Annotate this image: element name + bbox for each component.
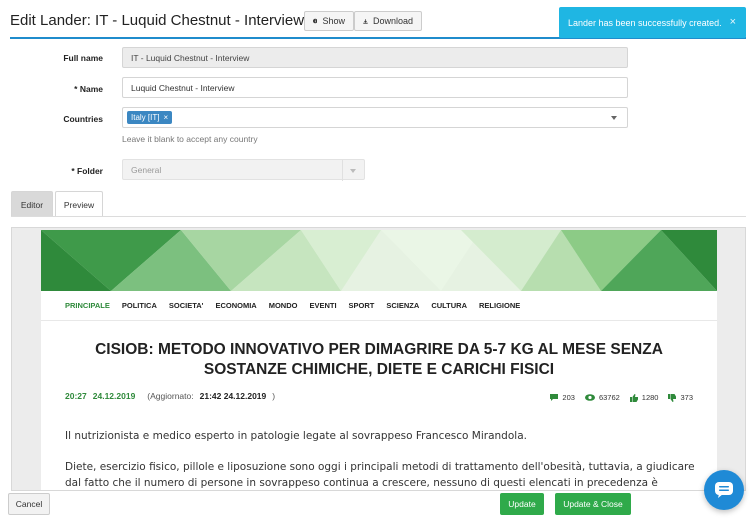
tab-preview[interactable]: Preview bbox=[55, 191, 103, 217]
chat-icon bbox=[715, 482, 733, 498]
preview-frame[interactable]: PRINCIPALE POLITICA SOCIETA' ECONOMIA MO… bbox=[11, 227, 746, 491]
article-paragraph: Diete, esercizio fisico, pillole e lipos… bbox=[65, 461, 695, 489]
thumbs-up-icon bbox=[629, 393, 638, 402]
comments-count: 203 bbox=[562, 393, 575, 402]
nav-item[interactable]: SPORT bbox=[349, 301, 375, 310]
nav-item[interactable]: RELIGIONE bbox=[479, 301, 520, 310]
country-tag-label: Italy [IT] bbox=[131, 113, 160, 122]
name-label: * Name bbox=[74, 84, 103, 94]
chevron-down-icon[interactable] bbox=[611, 116, 617, 120]
chat-button[interactable] bbox=[704, 470, 744, 510]
update-button[interactable]: Update bbox=[500, 493, 544, 515]
site-nav: PRINCIPALE POLITICA SOCIETA' ECONOMIA MO… bbox=[41, 291, 717, 321]
download-button[interactable]: Download bbox=[354, 11, 422, 31]
nav-item[interactable]: SOCIETA' bbox=[169, 301, 204, 310]
nav-item[interactable]: MONDO bbox=[269, 301, 298, 310]
countries-select[interactable]: Italy [IT] × bbox=[122, 107, 628, 128]
views-count: 63762 bbox=[598, 393, 620, 402]
updated-suffix: ) bbox=[272, 391, 276, 401]
folder-select[interactable]: General bbox=[122, 159, 365, 181]
nav-item[interactable]: CULTURA bbox=[431, 301, 467, 310]
show-label: Show bbox=[322, 16, 345, 26]
success-toast: Lander has been successfully created. × bbox=[559, 7, 746, 38]
preview-article: PRINCIPALE POLITICA SOCIETA' ECONOMIA MO… bbox=[41, 230, 717, 490]
full-name-label: Full name bbox=[63, 53, 103, 63]
countries-hint: Leave it blank to accept any country bbox=[122, 134, 258, 144]
cancel-button[interactable]: Cancel bbox=[8, 493, 50, 515]
show-button[interactable]: Show bbox=[304, 11, 354, 31]
article-stats: 203 63762 1280 373 bbox=[550, 393, 693, 402]
dislikes-stat: 373 bbox=[668, 393, 693, 402]
nav-item[interactable]: EVENTI bbox=[309, 301, 336, 310]
article-paragraph: Il nutrizionista e medico esperto in pat… bbox=[65, 430, 527, 442]
article-meta: 20:27 24.12.2019 (Aggiornato: 21:42 24.1… bbox=[65, 391, 275, 401]
nav-item[interactable]: POLITICA bbox=[122, 301, 157, 310]
toast-message: Lander has been successfully created. bbox=[568, 17, 722, 28]
chevron-down-icon[interactable] bbox=[342, 160, 364, 181]
views-stat: 63762 bbox=[584, 393, 620, 402]
article-date: 24.12.2019 bbox=[92, 391, 136, 401]
likes-stat: 1280 bbox=[629, 393, 659, 402]
folder-label: * Folder bbox=[71, 166, 103, 176]
nav-item[interactable]: ECONOMIA bbox=[215, 301, 256, 310]
page-title: Edit Lander: IT - Luquid Chestnut - Inte… bbox=[10, 12, 305, 29]
nav-item[interactable]: PRINCIPALE bbox=[65, 301, 110, 310]
full-name-field: IT - Luquid Chestnut - Interview bbox=[122, 47, 628, 68]
dislikes-count: 373 bbox=[680, 393, 693, 402]
download-label: Download bbox=[372, 16, 413, 26]
close-icon[interactable]: × bbox=[730, 16, 736, 28]
comments-stat: 203 bbox=[550, 393, 575, 402]
country-tag: Italy [IT] × bbox=[127, 111, 173, 124]
tag-remove-icon[interactable]: × bbox=[163, 113, 168, 122]
updated-value: 21:42 24.12.2019 bbox=[199, 391, 267, 401]
countries-label: Countries bbox=[63, 114, 103, 124]
thumbs-down-icon bbox=[668, 393, 677, 402]
comment-icon bbox=[550, 394, 559, 401]
nav-item[interactable]: SCIENZA bbox=[386, 301, 419, 310]
update-close-button[interactable]: Update & Close bbox=[555, 493, 631, 515]
article-time: 20:27 bbox=[65, 391, 87, 401]
likes-count: 1280 bbox=[641, 393, 659, 402]
download-icon bbox=[363, 18, 368, 24]
updated-prefix: (Aggiornato: bbox=[147, 391, 194, 401]
name-field[interactable]: Luquid Chestnut - Interview bbox=[122, 77, 628, 98]
tab-editor[interactable]: Editor bbox=[11, 191, 53, 217]
eye-icon bbox=[584, 394, 595, 401]
article-headline: CISIOB: METODO INNOVATIVO PER DIMAGRIRE … bbox=[95, 341, 663, 378]
folder-value: General bbox=[131, 164, 162, 175]
info-icon bbox=[313, 18, 318, 24]
site-banner bbox=[41, 230, 717, 291]
tabs-divider bbox=[11, 216, 746, 217]
